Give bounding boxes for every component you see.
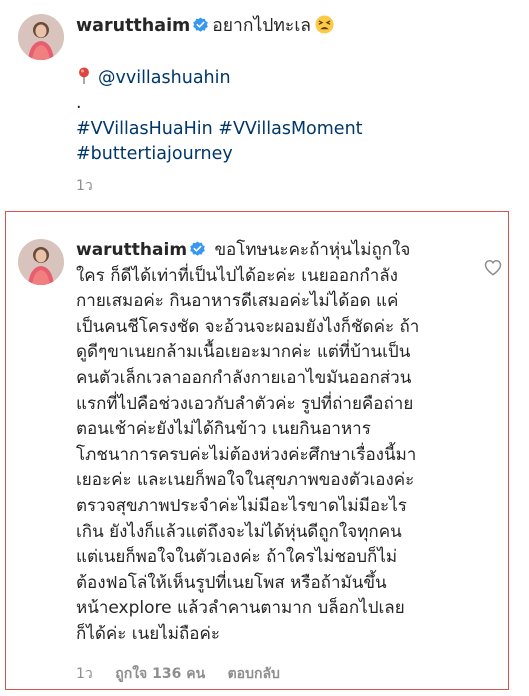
comment-meta: 1ว ถูกใจ 136 คน ตอบกลับ (76, 663, 298, 685)
highlighted-comment: warutthaim ขอโทษนะคะถ้าหุ่นไม่ถูกใจ ใคร … (5, 211, 509, 690)
comment-text-line: เป็นคนชีโครงชัด จะอ้วนจะผอมยังไงก็ชัดค่ะ… (76, 316, 420, 337)
location-mention[interactable]: @vvillashuahin (98, 68, 231, 88)
comment-text-line: ก็ได้ค่ะ เนยไม่ถือค่ะ (76, 623, 220, 644)
comment-text-line: ขอโทษนะคะถ้าหุ่นไม่ถูกใจ (214, 240, 411, 260)
comment-text-line: ดูดีๆขาเนยกล้ามเนื้อเยอะมากค่ะ แต่ที่บ้า… (76, 342, 411, 363)
location-line: @vvillashuahin (76, 66, 516, 92)
caption-dot: . (76, 93, 82, 113)
comment-line: warutthaim ขอโทษนะคะถ้าหุ่นไม่ถูกใจ (76, 238, 486, 264)
post-avatar[interactable] (18, 14, 64, 60)
location-pin-icon (79, 66, 89, 84)
comment-text-line: ตรวจสุขภาพประจำค่ะไม่มีอะไรขาดไม่มีอะไร (76, 495, 407, 516)
reply-button[interactable]: ตอบกลับ (228, 666, 280, 682)
comment-username[interactable]: warutthaim (76, 240, 187, 260)
caption-header: warutthaim อยากไปทะเล (76, 14, 516, 40)
heart-icon[interactable] (484, 259, 502, 276)
post-username[interactable]: warutthaim (76, 16, 190, 36)
post-caption: warutthaim อยากไปทะเล @vvillashuahin . #… (76, 14, 516, 199)
avatar-image (18, 239, 64, 285)
post-time: 1ว (76, 177, 93, 194)
hashtags-line-2[interactable]: #buttertiajourney (76, 142, 516, 168)
comment-avatar[interactable] (18, 239, 64, 285)
comment-likes[interactable]: ถูกใจ 136 คน (115, 666, 205, 682)
comment-text-line: ตอนเช้าค่ะยังไม่ได้กินข้าว เนยกินอาหาร (76, 419, 371, 440)
comment-body: warutthaim ขอโทษนะคะถ้าหุ่นไม่ถูกใจ ใคร … (76, 238, 486, 648)
hashtags-line-1[interactable]: #VVillasHuaHin #VVillasMoment (76, 117, 516, 143)
comment-text-line: โภชนาการครบค่ะไม่ต้องห่วงค่ะศึกษาเรื่องน… (76, 444, 417, 465)
verified-badge-icon (193, 17, 209, 32)
comment-text-line: แรกที่ไปคือช่วงเอวกับลำตัวค่ะ รูปที่ถ่าย… (76, 393, 414, 414)
comment-text-line: หน้าexplore แล้วลำคานตามาก บล็อกไปเลย (76, 598, 405, 619)
tired-face-emoji-icon (315, 15, 334, 34)
comment-text-line: เกิน ยังไงก็แล้วแต่ถึงจะไม่ได้หุ่นดีถูกใ… (76, 521, 402, 542)
comment-text-line: แต่เนยก็พอใจในตัวเองค่ะ ถ้าใครไม่ชอบก็ไม… (76, 547, 398, 568)
comment-text-line: เยอะค่ะ และเนยก็พอใจในสุขภาพของตัวเองค่ะ (76, 470, 415, 491)
avatar-image (18, 14, 64, 60)
comment-text-line: กายเสมอค่ะ กินอาหารดีเสมอค่ะไม่ได้อด แค่ (76, 291, 399, 312)
comment-text-line: คนตัวเล็กเวลาออกกำลังกายเอาไขมันออกส่วน (76, 367, 412, 388)
caption-text: อยากไปทะเล (212, 16, 312, 36)
comment-text-line: ต้องฟอโล่ให้เห็นรูปที่เนยโพส หรือถ้ามันข… (76, 572, 387, 593)
verified-badge-icon (190, 241, 205, 256)
comment-time: 1ว (76, 666, 93, 682)
comment-text-line: ใคร ก็ดีได้เท่าที่เป็นไปได้อะค่ะ เนยออกก… (76, 265, 398, 286)
